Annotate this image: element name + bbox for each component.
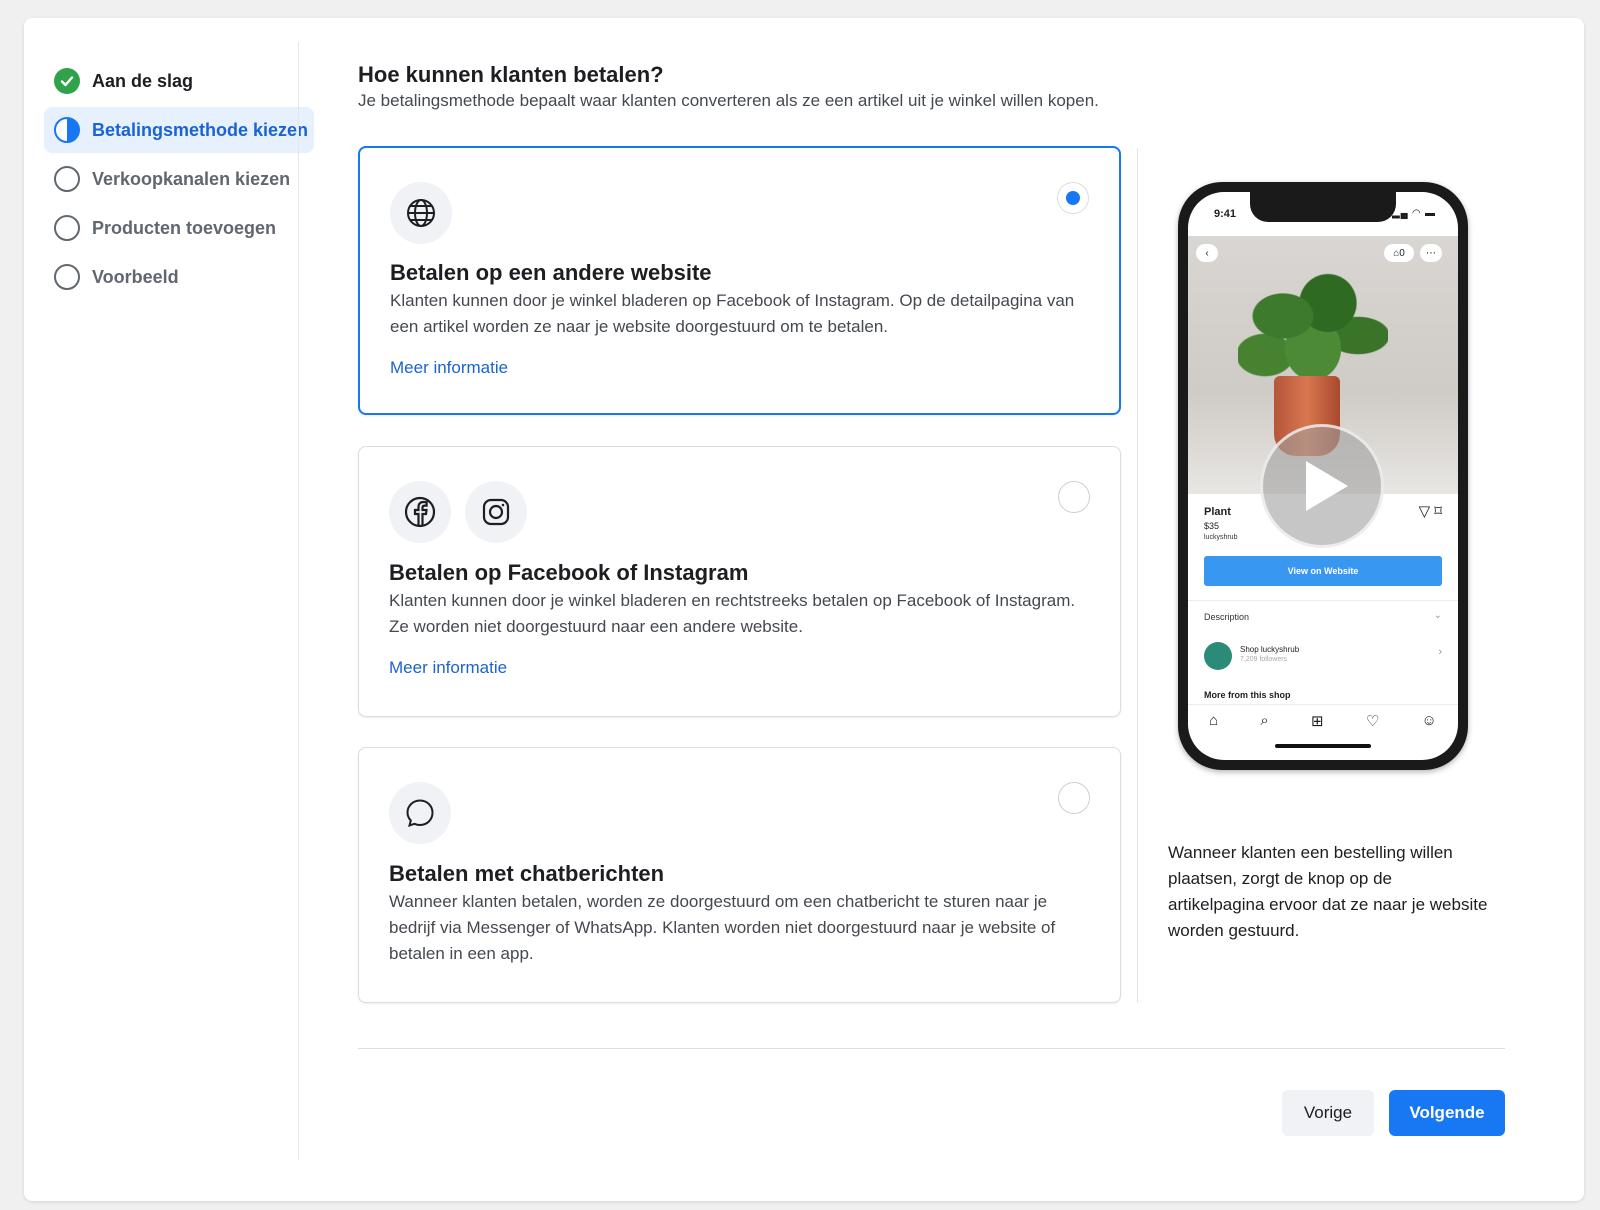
payment-option-chat[interactable]: Betalen met chatberichten Wanneer klante… [358,747,1121,1003]
empty-circle-icon [54,215,80,241]
signal-wifi-battery-icon: ▂▄ ◠ ▬ [1391,208,1436,219]
description-label: Description [1204,612,1250,622]
shop-name: Shop luckyshrub [1240,645,1300,654]
sidebar-divider [298,42,299,1160]
payment-option-other-website[interactable]: Betalen op een andere website Klanten ku… [358,146,1121,415]
view-on-website-button: View on Website [1204,556,1442,586]
option-description: Klanten kunnen door je winkel bladeren o… [390,291,1075,336]
status-time: 9:41 [1214,208,1237,220]
back-icon: ‹ [1196,244,1218,262]
step-label: Producten toevoegen [92,217,277,238]
option-description: Klanten kunnen door je winkel bladeren e… [389,591,1076,636]
radio-other-website[interactable] [1057,182,1089,214]
globe-icon [390,182,452,244]
preview-caption: Wanneer klanten een bestelling willen pl… [1168,843,1488,940]
add-icon: ⊞ [1311,712,1324,730]
empty-circle-icon [54,166,80,192]
phone-screen: 9:41 ▂▄ ◠ ▬ ‹ ⌂ 0 ⋯ Plant $35 luckyshrub … [1188,192,1458,760]
step-label: Betalingsmethode kiezen [92,119,309,140]
heart-icon: ♡ [1365,712,1380,730]
footer-divider [358,1048,1505,1049]
option-description: Wanneer klanten betalen, worden ze doorg… [389,892,1056,963]
step-label: Voorbeeld [92,266,179,287]
checkmark-icon [54,68,80,94]
step-betalingsmethode-kiezen[interactable]: Betalingsmethode kiezen [44,107,314,153]
share-bookmark-icon: ▽ ⌑ [1418,503,1442,520]
product-name: Plant [1204,506,1231,518]
step-producten-toevoegen[interactable]: Producten toevoegen [44,205,314,251]
cart-icon: ⌂ 0 [1384,244,1414,262]
half-circle-icon [54,117,80,143]
search-icon: ⌕ [1260,712,1269,729]
phone-notch [1250,192,1396,222]
plant-leaves [1238,264,1388,394]
radio-chat[interactable] [1058,782,1090,814]
more-info-link[interactable]: Meer informatie [389,658,507,678]
home-icon: ⌂ [1209,712,1219,729]
step-verkoopkanalen-kiezen[interactable]: Verkoopkanalen kiezen [44,156,314,202]
option-title: Betalen met chatberichten [389,861,665,886]
previous-button[interactable]: Vorige [1282,1090,1374,1136]
phone-preview: 9:41 ▂▄ ◠ ▬ ‹ ⌂ 0 ⋯ Plant $35 luckyshrub … [1178,182,1468,770]
product-shop-handle: luckyshrub [1204,534,1238,541]
instagram-icon [465,481,527,543]
product-price: $35 [1204,521,1220,531]
facebook-icon [389,481,451,543]
more-info-link[interactable]: Meer informatie [390,358,508,378]
step-voorbeeld[interactable]: Voorbeeld [44,254,314,300]
page-title: Hoe kunnen klanten betalen? [358,62,664,87]
page-subtitle: Je betalingsmethode bepaalt waar klanten… [358,91,1099,110]
more-icon: ⋯ [1420,244,1442,262]
cart-count: 0 [1399,247,1405,259]
home-indicator [1275,744,1371,748]
chat-bubble-icon [389,782,451,844]
preview-divider [1137,148,1138,1003]
radio-facebook-instagram[interactable] [1058,481,1090,513]
shop-avatar [1204,642,1232,670]
step-label: Verkoopkanalen kiezen [92,168,291,189]
shop-followers: 7,209 followers [1240,656,1288,663]
option-title: Betalen op Facebook of Instagram [389,560,749,585]
step-aan-de-slag[interactable]: Aan de slag [44,58,314,104]
chevron-down-icon: ⌄ [1433,610,1442,621]
next-button[interactable]: Volgende [1389,1090,1505,1136]
profile-icon: ☺ [1421,712,1437,729]
onboarding-card: Aan de slag Betalingsmethode kiezen Verk… [24,18,1584,1201]
phone-separator [1188,600,1458,601]
option-title: Betalen op een andere website [390,260,712,285]
phone-tab-bar: ⌂ ⌕ ⊞ ♡ ☺ [1188,704,1458,736]
payment-option-facebook-instagram[interactable]: Betalen op Facebook of Instagram Klanten… [358,446,1121,717]
chevron-right-icon: › [1438,646,1442,658]
play-icon [1260,424,1384,548]
step-label: Aan de slag [92,70,194,91]
more-from-shop-label: More from this shop [1204,690,1291,700]
step-navigation: Aan de slag Betalingsmethode kiezen Verk… [44,58,314,303]
empty-circle-icon [54,264,80,290]
